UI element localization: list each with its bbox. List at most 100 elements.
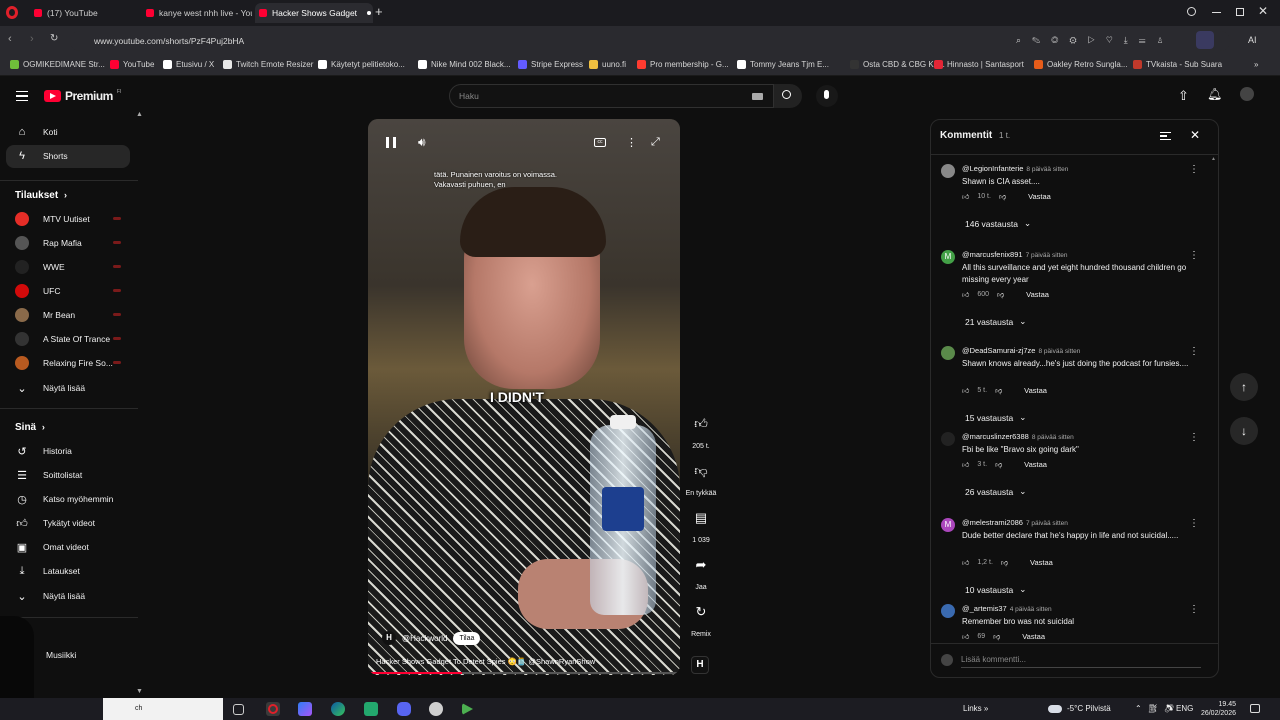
thumb-up-icon[interactable]: 👍︎	[962, 558, 969, 567]
thumb-up-icon[interactable]: 👍︎	[962, 386, 969, 395]
opera-logo-icon[interactable]	[6, 6, 18, 19]
bookmarks-overflow-icon[interactable]: »	[1254, 60, 1258, 69]
subscription-item[interactable]: MTV Uutiset	[15, 212, 90, 226]
avatar[interactable]	[1240, 87, 1254, 101]
comment-avatar[interactable]: M	[941, 250, 955, 264]
search-button[interactable]	[774, 84, 802, 108]
sidebar-item-download[interactable]: ⤓ Lataukset	[15, 565, 80, 577]
bookmark-item[interactable]: Tommy Jeans Tjm E...	[737, 60, 829, 69]
previous-short-button[interactable]: ↑	[1230, 373, 1258, 401]
action-thumb-up[interactable]: 👍︎ 205 t.	[684, 409, 718, 450]
channel-avatar[interactable]: H	[382, 631, 396, 645]
replies-toggle[interactable]: 10 vastausta ⌄	[965, 584, 1026, 595]
comment-menu-icon[interactable]: ⋮	[1189, 432, 1199, 443]
comment-menu-icon[interactable]: ⋮	[1189, 518, 1199, 529]
subscription-item[interactable]: A State Of Trance	[15, 332, 110, 346]
sidebar-item-home[interactable]: ⌂ Koti	[15, 126, 58, 138]
links-toolbar[interactable]: Links »	[963, 704, 988, 713]
comment-author[interactable]: @melestrami2086	[962, 518, 1023, 527]
weather-widget[interactable]: -5°C Pilvistä	[1048, 704, 1111, 713]
app-icon[interactable]	[429, 702, 443, 716]
sidebar-scroll-up-icon[interactable]: ▲	[136, 111, 143, 118]
bookmark-item[interactable]: Oakley Retro Sungla...	[1034, 60, 1127, 69]
video-title[interactable]: Hacker Shows Gadget To Detect Spies 😳🫙 @…	[376, 657, 676, 666]
replies-toggle[interactable]: 146 vastausta ⌄	[965, 218, 1031, 229]
minimize-button[interactable]	[1212, 12, 1221, 13]
action-remix[interactable]: ↻ Remix	[684, 597, 718, 638]
bookmark-item[interactable]: Pro membership - G...	[637, 60, 729, 69]
play-app-icon[interactable]	[462, 703, 473, 715]
sidebar-item-shorts[interactable]: ϟ Shorts	[15, 150, 68, 162]
close-window-button[interactable]: ✕	[1258, 4, 1268, 18]
comment-author[interactable]: @marcusfenix891	[962, 250, 1023, 259]
thumb-down-icon[interactable]: 👎︎	[999, 192, 1006, 201]
language-indicator[interactable]: ENG	[1176, 704, 1193, 713]
search-box[interactable]: Haku	[449, 84, 774, 108]
mic-button[interactable]	[816, 85, 838, 107]
sidebar-item-history[interactable]: ↺ Historia	[15, 445, 71, 458]
back-button[interactable]: ‹	[8, 33, 12, 45]
store-icon[interactable]	[364, 702, 378, 716]
you-show-more[interactable]: ⌄ Näytä lisää	[15, 590, 85, 603]
comment-menu-icon[interactable]: ⋮	[1189, 164, 1199, 175]
bell-icon[interactable]: 🔔︎	[1207, 87, 1222, 101]
extension-active-icon[interactable]	[1196, 31, 1214, 49]
taskbar-search[interactable]: ch	[103, 698, 223, 720]
reply-button[interactable]: Vastaa	[1026, 290, 1049, 299]
bookmark-item[interactable]: Hinnasto | Santasport	[934, 60, 1024, 69]
comments-scrollbar[interactable]: ▲	[1211, 156, 1216, 642]
action-thumb-down[interactable]: 👎︎ En tykkää	[684, 456, 718, 497]
bookmark-item[interactable]: Käytetyt pelitietoko...	[318, 60, 405, 69]
subscriptions-title[interactable]: Tilaukset ›	[15, 190, 67, 201]
menu-icon[interactable]	[16, 91, 28, 101]
channel-name[interactable]: @Hackworld	[402, 634, 447, 643]
keyboard-icon[interactable]	[752, 93, 763, 100]
subscription-item[interactable]: Relaxing Fire So...	[15, 356, 113, 370]
reply-button[interactable]: Vastaa	[1022, 632, 1045, 641]
bookmark-item[interactable]: YouTube	[110, 60, 154, 69]
replies-toggle[interactable]: 26 vastausta ⌄	[965, 486, 1026, 497]
tray-icons[interactable]: ⌃⛽︎🔊︎	[1135, 704, 1180, 713]
forward-button[interactable]: ›	[30, 33, 34, 45]
comment-input[interactable]: Lisää kommentti...	[961, 655, 1201, 668]
search-icon[interactable]	[1187, 7, 1196, 16]
comment-avatar[interactable]	[941, 164, 955, 178]
tab-kanye[interactable]: kanye west nhh live - You	[142, 3, 252, 23]
comment-avatar[interactable]	[941, 346, 955, 360]
reply-button[interactable]: Vastaa	[1024, 386, 1047, 395]
comment-avatar[interactable]	[941, 604, 955, 618]
youtube-logo[interactable]: Premium FI	[44, 89, 121, 103]
comment-avatar[interactable]: M	[941, 518, 955, 532]
pause-button[interactable]	[386, 137, 396, 148]
subs-show-more[interactable]: ⌄ Näytä lisää	[15, 382, 85, 395]
comment-author[interactable]: @_artemis37	[962, 604, 1007, 613]
clock[interactable]: 19.45 26/02/2026	[1198, 700, 1236, 718]
bookmark-item[interactable]: Etusivu / X	[163, 60, 214, 69]
thumb-up-icon[interactable]: 👍︎	[962, 632, 969, 641]
volume-icon[interactable]: 🔊︎	[418, 135, 426, 150]
upload-icon[interactable]: ⇧	[1178, 88, 1189, 104]
comment-author[interactable]: @DeadSamurai-zj7ze	[962, 346, 1035, 355]
tab-youtube[interactable]: (17) YouTube	[30, 3, 138, 23]
bookmark-item[interactable]: TVkaista - Sub Suara	[1133, 60, 1222, 69]
subscription-item[interactable]: WWE	[15, 260, 65, 274]
comment-menu-icon[interactable]: ⋮	[1189, 604, 1199, 615]
channel-thumbnail-icon[interactable]: H	[691, 656, 709, 674]
task-view-icon[interactable]	[233, 704, 244, 715]
action-share[interactable]: ➦ Jaa	[684, 550, 718, 591]
bookmark-item[interactable]: Twitch Emote Resizer	[223, 60, 313, 69]
bookmark-item[interactable]: Nike Mind 002 Black...	[418, 60, 511, 69]
subscription-item[interactable]: Rap Mafia	[15, 236, 82, 250]
tab-hacker-gadget[interactable]: Hacker Shows Gadget	[255, 3, 373, 23]
notifications-icon[interactable]	[1250, 704, 1260, 713]
extension-icons[interactable]: ⌕✎◎⚙▷♡⤓☰♙	[1016, 35, 1175, 46]
reload-button[interactable]: ↻	[50, 33, 58, 44]
sidebar-item-clock[interactable]: ◷ Katso myöhemmin	[15, 493, 113, 506]
replies-toggle[interactable]: 15 vastausta ⌄	[965, 412, 1026, 423]
you-section-title[interactable]: Sinä ›	[15, 422, 45, 433]
shorts-video[interactable]: 🔊︎ cc ⋮ ⤢ tätä. Punainen varoitus on voi…	[368, 119, 680, 675]
sidebar-item-like[interactable]: 👍︎ Tykätyt videot	[15, 517, 95, 530]
sidebar-item-video[interactable]: ▣ Omat videot	[15, 541, 89, 554]
close-comments-icon[interactable]: ✕	[1190, 128, 1200, 142]
thumb-up-icon[interactable]: 👍︎	[962, 290, 969, 299]
